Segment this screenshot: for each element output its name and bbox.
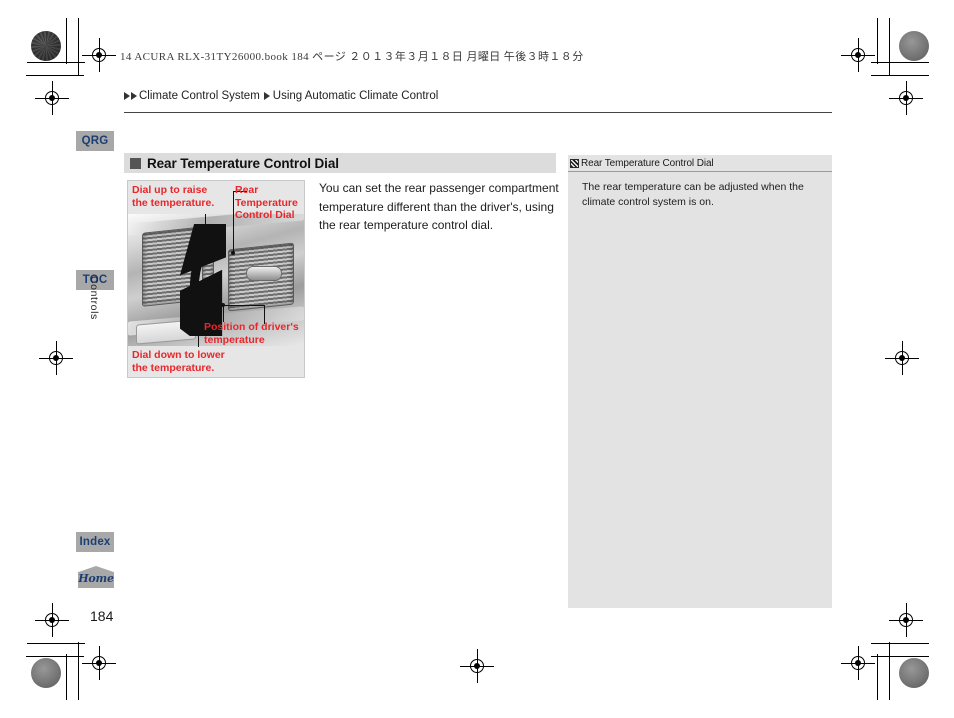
square-bullet-icon — [130, 157, 141, 169]
registration-target — [841, 646, 875, 680]
manual-page: 14 ACURA RLX-31TY26000.book 184 ページ ２０１３… — [0, 0, 954, 718]
page-number: 184 — [90, 608, 114, 624]
registration-target — [35, 603, 69, 637]
leader-endpoint — [203, 239, 207, 243]
triangle-right-icon — [124, 92, 130, 100]
leader-line — [223, 305, 224, 322]
crop-line — [78, 18, 79, 76]
callout-dial-down: Dial down to lower the temperature. — [132, 349, 225, 374]
callout-position-of-drivers-temperature: Position of driver's temperature — [204, 321, 299, 346]
breadcrumb-item-using-automatic-climate-control[interactable]: Using Automatic Climate Control — [273, 90, 439, 102]
registration-target — [35, 81, 69, 115]
crop-line — [27, 62, 85, 63]
registration-target-right-mid — [885, 341, 919, 375]
crop-line — [877, 18, 878, 64]
triangle-right-icon — [263, 92, 270, 100]
side-note-header: Rear Temperature Control Dial — [568, 155, 832, 172]
sidebar-tab-qrg[interactable]: QRG — [76, 131, 114, 151]
sidebar-tab-index-label: Index — [79, 536, 111, 548]
leader-line — [223, 305, 265, 306]
callout-rear-temperature-control-dial: Rear Temperature Control Dial — [235, 184, 298, 221]
crop-line — [66, 18, 67, 64]
crop-line — [889, 18, 890, 76]
crop-line — [871, 656, 929, 657]
side-note-title: Rear Temperature Control Dial — [581, 157, 714, 169]
sidebar-tab-home[interactable]: Home — [78, 566, 114, 588]
leader-line — [198, 289, 199, 347]
leader-endpoint — [196, 287, 200, 291]
crop-line — [27, 643, 85, 644]
registration-target — [82, 646, 116, 680]
crop-line — [26, 656, 84, 657]
chapter-label: Controls — [88, 276, 100, 320]
side-note-panel: Rear Temperature Control Dial The rear t… — [568, 155, 832, 608]
vent-knob — [246, 266, 282, 281]
sidebar-tab-qrg-label: QRG — [81, 135, 109, 147]
crop-line — [66, 654, 67, 700]
callout-dial-up: Dial up to raise the temperature. — [132, 184, 215, 209]
running-header: 14 ACURA RLX-31TY26000.book 184 ページ ２０１３… — [120, 51, 584, 63]
leader-endpoint — [221, 303, 225, 307]
halftone-density-mark — [899, 658, 929, 688]
triangle-right-icon — [131, 92, 137, 100]
crop-line — [871, 643, 929, 644]
halftone-density-mark — [31, 31, 61, 61]
breadcrumb: Climate Control System Using Automatic C… — [124, 90, 438, 102]
breadcrumb-item-climate-control-system[interactable]: Climate Control System — [139, 90, 260, 102]
sidebar-tab-home-label: Home — [78, 572, 114, 585]
halftone-density-mark — [31, 658, 61, 688]
registration-target — [841, 38, 875, 72]
section-heading-label: Rear Temperature Control Dial — [147, 155, 339, 171]
halftone-density-mark — [899, 31, 929, 61]
sidebar-tab-index[interactable]: Index — [76, 532, 114, 552]
registration-target-bottom-mid — [460, 649, 494, 683]
leader-line — [233, 191, 234, 253]
crop-line — [871, 75, 929, 76]
figure-rear-temperature-dial: Dial up to raise the temperature. Rear T… — [127, 180, 305, 378]
header-divider — [124, 112, 832, 113]
crop-line — [26, 75, 84, 76]
registration-target — [889, 603, 923, 637]
registration-target — [82, 38, 116, 72]
leader-endpoint — [231, 251, 235, 255]
crop-line — [78, 642, 79, 700]
registration-target — [889, 81, 923, 115]
leader-line — [205, 214, 206, 242]
crop-line — [877, 654, 878, 700]
crop-line — [871, 62, 929, 63]
body-text: You can set the rear passenger compartme… — [319, 181, 559, 232]
side-note-body: The rear temperature can be adjusted whe… — [582, 181, 804, 208]
section-heading: Rear Temperature Control Dial — [124, 153, 556, 173]
registration-target-left-mid — [39, 341, 73, 375]
crop-line — [889, 642, 890, 700]
note-marker-icon — [570, 158, 579, 168]
